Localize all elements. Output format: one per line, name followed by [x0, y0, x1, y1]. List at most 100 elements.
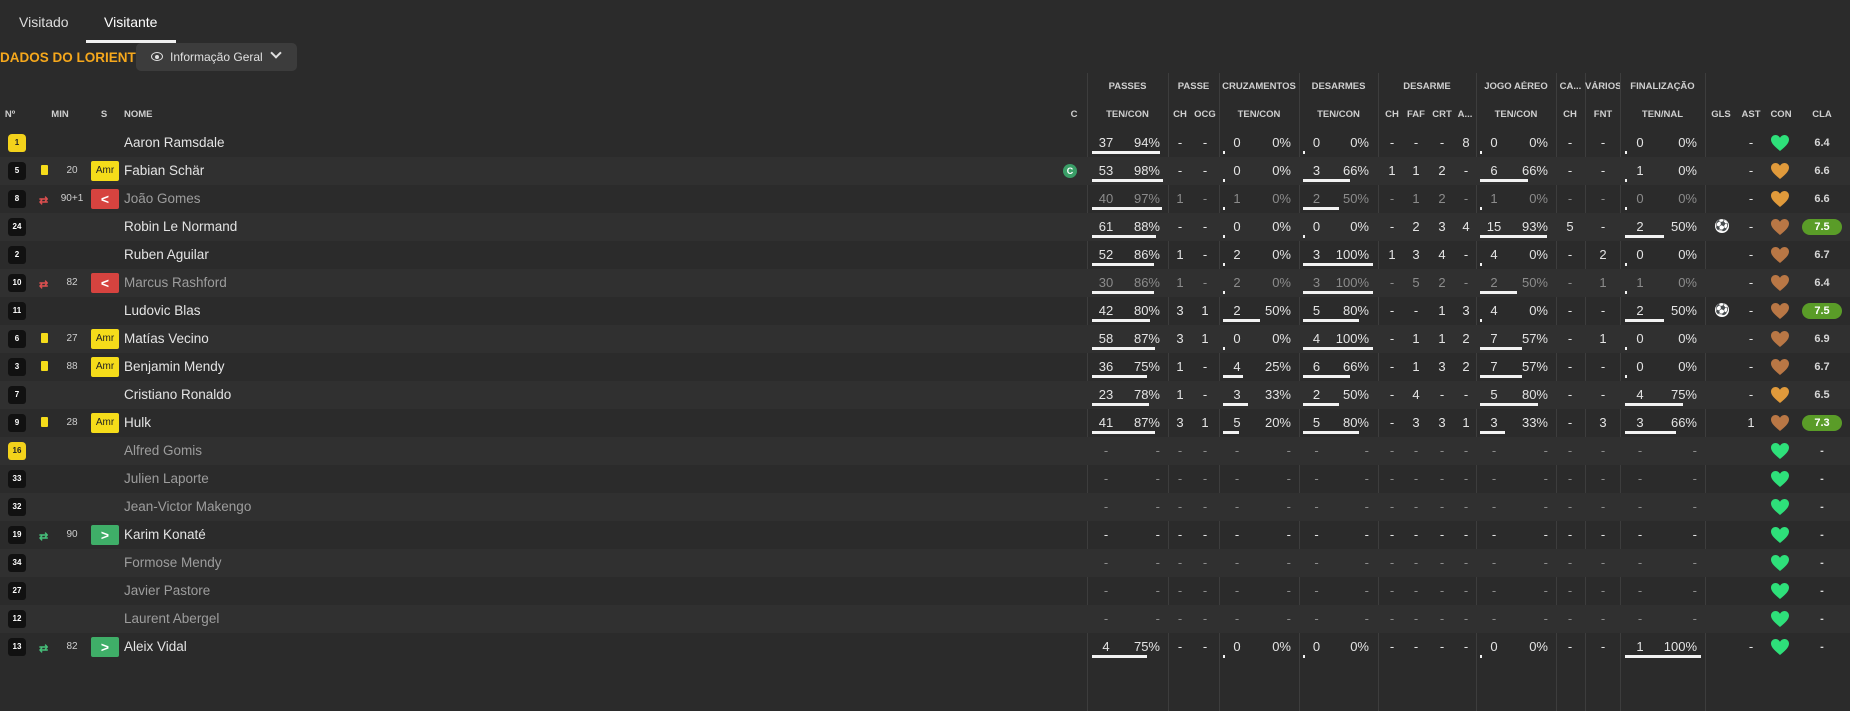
morale-heart-icon — [1770, 582, 1790, 600]
passe-ocg-value: - — [1202, 247, 1208, 262]
cruzamentos-progress-bar — [1223, 291, 1225, 294]
player-name[interactable]: Ludovic Blas — [124, 303, 201, 318]
header-desarme-crt[interactable]: CRT — [1430, 109, 1454, 123]
player-name[interactable]: Jean-Victor Makengo — [124, 499, 251, 514]
player-name[interactable]: João Gomes — [124, 191, 201, 206]
player-name[interactable]: Hulk — [124, 415, 151, 430]
table-row[interactable]: 11 Ludovic Blas 42 80% 3 1 2 50% 5 80% - - 1 3 4 0% - - 2 5… — [0, 297, 1850, 325]
player-name[interactable]: Laurent Abergel — [124, 611, 219, 626]
header-ca-ch[interactable]: CH — [1558, 109, 1582, 123]
header-group-ca: CA... — [1559, 81, 1582, 92]
player-name[interactable]: Fabian Schär — [124, 163, 204, 178]
desarme-a-value: - — [1463, 387, 1469, 402]
header-cruz-ten-con[interactable]: TEN/CON — [1219, 109, 1299, 123]
table-row[interactable]: 16 Alfred Gomis - - - - - - - - - - - - - - - - - - - — [0, 437, 1850, 465]
table-row[interactable]: 33 Julien Laporte - - - - - - - - - - - - - - - - - - - — [0, 465, 1850, 493]
finalizacao-percent: - — [1692, 443, 1697, 458]
player-name[interactable]: Karim Konaté — [124, 527, 206, 542]
player-name[interactable]: Robin Le Normand — [124, 219, 237, 234]
jogo-aereo-attempts: 0 — [1490, 135, 1498, 150]
view-select-dropdown[interactable]: Informação Geral — [136, 43, 297, 71]
header-c[interactable]: C — [1067, 109, 1081, 123]
passes-progress-bar — [1092, 263, 1154, 266]
header-final-ten-nal[interactable]: TEN/NAL — [1620, 109, 1705, 123]
morale-heart-icon — [1770, 218, 1790, 236]
header-s[interactable]: S — [96, 109, 112, 123]
cruzamentos-attempts: 0 — [1233, 135, 1241, 150]
yellow-card-badge: Amr — [91, 329, 119, 349]
desarme-ch-value: - — [1389, 219, 1395, 234]
varios-fnt-value: 1 — [1599, 331, 1607, 346]
shirt-number: 2 — [8, 246, 26, 264]
passe-ch-value: 1 — [1176, 247, 1184, 262]
player-name[interactable]: Marcus Rashford — [124, 275, 227, 290]
header-varios-fnt[interactable]: FNT — [1587, 109, 1619, 123]
table-row[interactable]: 6 27 Amr Matías Vecino 58 87% 3 1 0 0% 4 100% -1 1 2 7 5… — [0, 325, 1850, 353]
yellow-card-icon — [41, 333, 48, 343]
header-desarme-a[interactable]: A... — [1455, 109, 1475, 123]
desarme-ch-value: - — [1389, 387, 1395, 402]
rating-badge: 6.5 — [1814, 389, 1830, 401]
player-name[interactable]: Alfred Gomis — [124, 443, 202, 458]
header-con[interactable]: CON — [1766, 109, 1796, 123]
header-num[interactable]: Nº — [0, 109, 20, 123]
desarme-faf-value: 4 — [1412, 387, 1420, 402]
table-row[interactable]: 24 Robin Le Normand 61 88% - - 0 0% 0 0% - 2 3 4 15 93%… — [0, 213, 1850, 241]
varios-fnt-value: 3 — [1599, 415, 1607, 430]
table-row[interactable]: 3 88 Amr Benjamin Mendy 36 75% 1 - 4 25% 6 66% - 1 3 2 7… — [0, 353, 1850, 381]
header-gls[interactable]: GLS — [1707, 109, 1735, 123]
header-passe-ocg[interactable]: OCG — [1192, 109, 1218, 123]
table-row[interactable]: 12 Laurent Abergel - - - - - - - - - - - - - - - - - - - — [0, 605, 1850, 633]
varios-fnt-value: 2 — [1599, 247, 1607, 262]
varios-fnt-value: - — [1600, 163, 1606, 178]
desarmes-progress-bar — [1303, 151, 1305, 154]
table-row[interactable]: 1 Aaron Ramsdale 37 94% - - 0 0% 0 0% - - - 8 0 0% - - 0 0%… — [0, 129, 1850, 157]
table-row[interactable]: 32 Jean-Victor Makengo - - - - - - - - - - - - - - - - - - - — [0, 493, 1850, 521]
player-name[interactable]: Formose Mendy — [124, 555, 222, 570]
header-desarmes-ten-con[interactable]: TEN/CON — [1299, 109, 1378, 123]
table-row[interactable]: 5 20 Amr Fabian Schär C 53 98% - - 0 0% 3 66% 1 1 2 - 6 66… — [0, 157, 1850, 185]
header-ast[interactable]: AST — [1737, 109, 1765, 123]
table-row[interactable]: 13 ⇄ 82 > Aleix Vidal 4 75% - - 0 0% 0 0% - - - - 0 0% - - 1 1… — [0, 633, 1850, 661]
player-name[interactable]: Aaron Ramsdale — [124, 135, 225, 150]
player-name[interactable]: Matías Vecino — [124, 331, 209, 346]
desarme-a-value: - — [1463, 471, 1469, 486]
player-name[interactable]: Julien Laporte — [124, 471, 209, 486]
table-row[interactable]: 7 Cristiano Ronaldo 23 78% 1 - 3 33% 2 50% - 4 - - 5 80… — [0, 381, 1850, 409]
header-desarme-faf[interactable]: FAF — [1404, 109, 1428, 123]
table-row[interactable]: 19 ⇄ 90 > Karim Konaté - - - - - - - - - - - - - - - - - - - — [0, 521, 1850, 549]
table-row[interactable]: 8 ⇄ 90+1 < João Gomes 40 97% 1 - 1 0% 2 50% - 1 2 - 1 0% - -… — [0, 185, 1850, 213]
table-row[interactable]: 9 28 Amr Hulk 41 87% 3 1 5 20% 5 80% - 3 3 1 3 33% - 3 3 66% 1… — [0, 409, 1850, 437]
rating-badge: 6.4 — [1814, 137, 1830, 149]
tab-visitante[interactable]: Visitante — [104, 14, 157, 30]
table-row[interactable]: 34 Formose Mendy - - - - - - - - - - - - - - - - - - - — [0, 549, 1850, 577]
desarmes-progress-bar — [1303, 207, 1339, 210]
tab-visitado[interactable]: Visitado — [19, 14, 69, 30]
header-passes-ten-con[interactable]: TEN/CON — [1087, 109, 1168, 123]
player-name[interactable]: Benjamin Mendy — [124, 359, 225, 374]
header-cla[interactable]: CLA — [1802, 109, 1842, 123]
header-desarme-ch[interactable]: CH — [1382, 109, 1402, 123]
finalizacao-progress-bar — [1625, 403, 1683, 406]
header-aereo-ten-con[interactable]: TEN/CON — [1476, 109, 1556, 123]
cruzamentos-percent: 0% — [1272, 275, 1291, 290]
jogo-aereo-percent: 0% — [1529, 191, 1548, 206]
player-name[interactable]: Cristiano Ronaldo — [124, 387, 231, 402]
passes-attempts: - — [1103, 471, 1109, 486]
header-passe-ch[interactable]: CH — [1170, 109, 1190, 123]
header-group-varios: VÁRIOS — [1585, 81, 1620, 92]
passes-progress-bar — [1092, 151, 1160, 154]
desarme-faf-value: - — [1413, 303, 1419, 318]
table-row[interactable]: 10 ⇄ 82 < Marcus Rashford 30 86% 1 - 2 0% 3 100% - 5 2 -… — [0, 269, 1850, 297]
player-name[interactable]: Aleix Vidal — [124, 639, 187, 654]
passes-attempts: - — [1103, 611, 1109, 626]
passe-ch-value: 1 — [1176, 387, 1184, 402]
desarmes-percent: 100% — [1335, 331, 1369, 346]
view-select-label: Informação Geral — [170, 50, 263, 64]
player-name[interactable]: Ruben Aguilar — [124, 247, 209, 262]
player-name[interactable]: Javier Pastore — [124, 583, 210, 598]
header-min[interactable]: MIN — [44, 109, 76, 123]
table-row[interactable]: 27 Javier Pastore - - - - - - - - - - - - - - - - - - - — [0, 577, 1850, 605]
header-nome[interactable]: NOME — [124, 109, 164, 123]
table-row[interactable]: 2 Ruben Aguilar 52 86% 1 - 2 0% 3 100% 1 3 4 - 4 0% - 2 0 0… — [0, 241, 1850, 269]
